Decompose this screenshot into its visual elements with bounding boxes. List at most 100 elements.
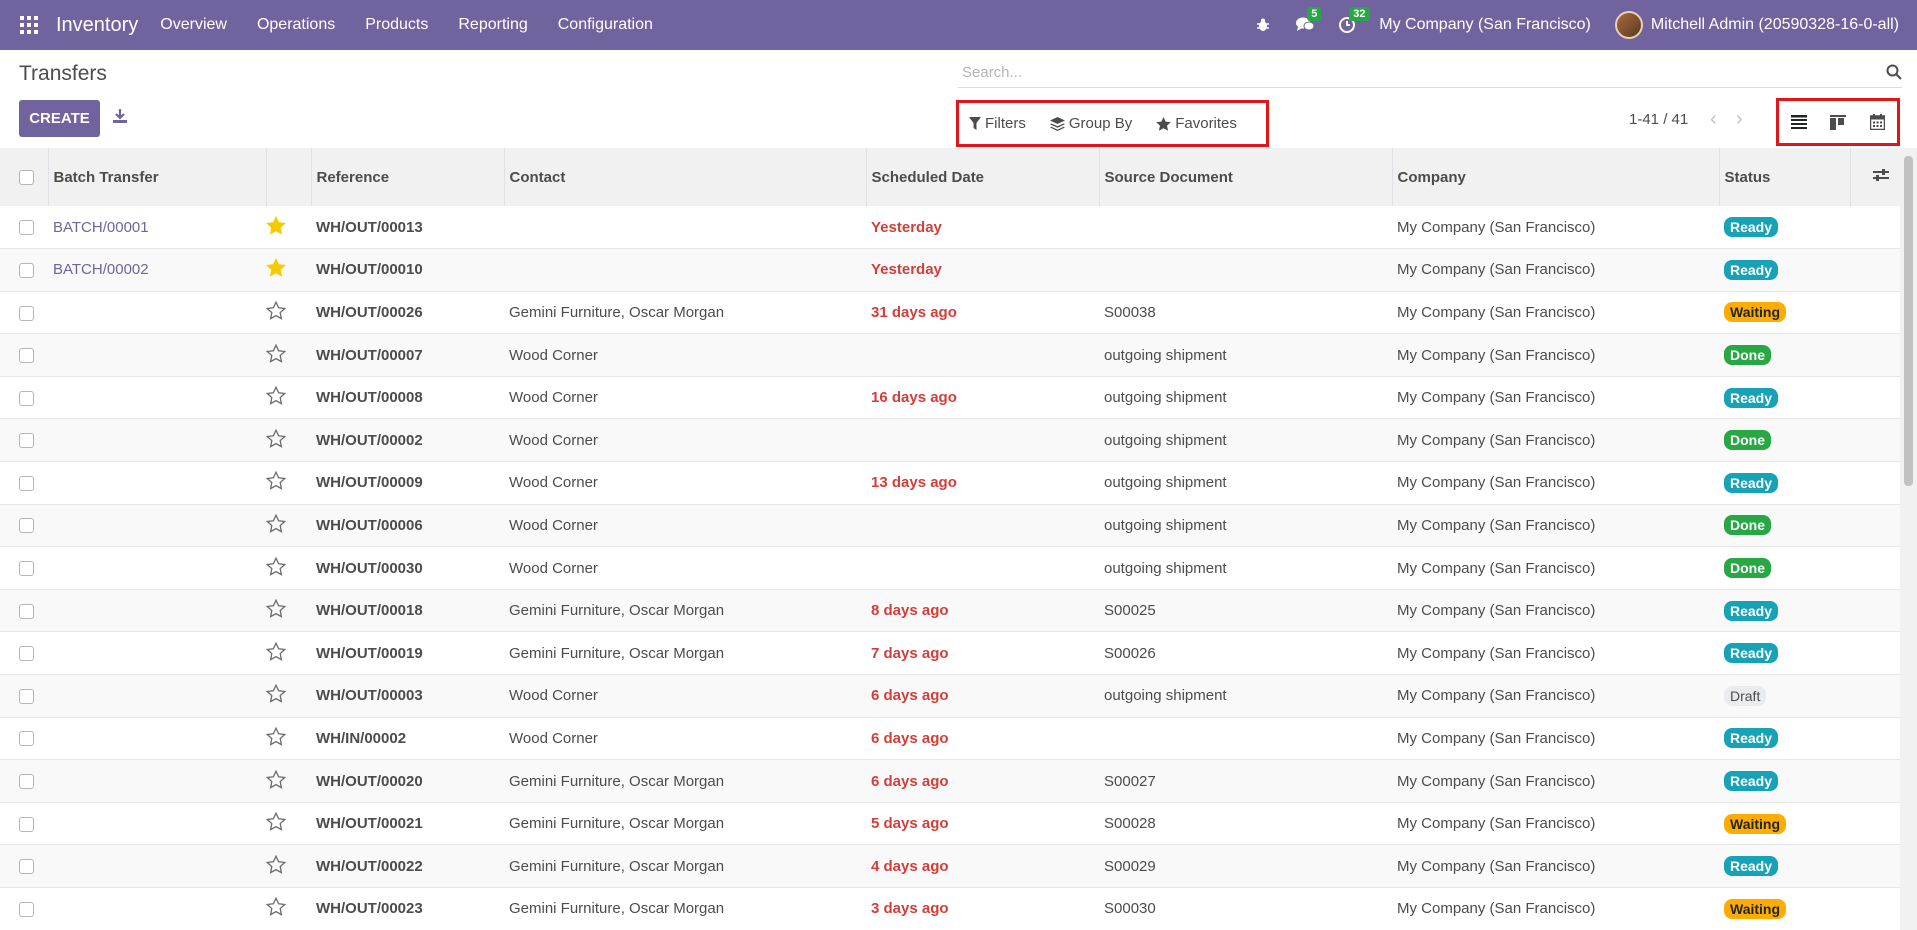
apps-grid-icon[interactable] [20,16,40,34]
table-row[interactable]: WH/OUT/00018 Gemini Furniture, Oscar Morg… [0,589,1900,632]
table-row[interactable]: WH/OUT/00008 Wood Corner 16 days ago outgoi… [0,376,1900,419]
star-outline-icon[interactable] [266,854,287,878]
star-outline-icon[interactable] [266,726,287,750]
row-checkbox[interactable] [19,220,34,236]
star-outline-icon[interactable] [266,556,287,580]
row-checkbox[interactable] [19,518,34,534]
table-row[interactable]: WH/OUT/00006 Wood Corner outgoing shipment… [0,504,1900,547]
star-outline-icon[interactable] [266,811,287,835]
star-outline-icon[interactable] [266,684,287,707]
favorites-button[interactable]: Favorites [1156,115,1237,132]
create-button[interactable]: CREATE [19,100,100,137]
row-checkbox[interactable] [19,646,34,662]
col-scheduled-date[interactable]: Scheduled Date [866,148,1100,206]
star-outline-icon[interactable] [266,428,287,452]
vertical-scrollbar[interactable] [1900,148,1917,930]
table-row[interactable]: WH/OUT/00002 Wood Corner outgoing shipment… [0,418,1900,462]
menu-overview[interactable]: Overview [160,16,227,34]
table-row[interactable]: WH/OUT/00019 Gemini Furniture, Oscar Morg… [0,631,1900,675]
download-icon[interactable] [112,108,128,128]
search-icon[interactable] [1886,64,1902,84]
table-row[interactable]: WH/OUT/00023 Gemini Furniture, Oscar Morg… [0,887,1900,930]
star-outline-icon[interactable] [266,385,287,409]
row-checkbox[interactable] [19,816,34,832]
source-document-cell: outgoing shipment [1104,474,1227,492]
table-row[interactable]: WH/OUT/00020 Gemini Furniture, Oscar Morg… [0,759,1900,803]
table-row[interactable]: BATCH/00001 WH/OUT/00013 Yesterday My Compa… [0,206,1900,249]
calendar-icon[interactable] [1858,102,1897,142]
star-outline-icon[interactable] [266,513,287,537]
table-row[interactable]: WH/OUT/00003 Wood Corner 6 days ago outgoin… [0,674,1900,718]
row-checkbox[interactable] [19,603,34,619]
sliders-icon[interactable] [1872,168,1889,182]
row-checkbox[interactable] [19,390,34,406]
row-checkbox[interactable] [19,433,34,449]
menu-products[interactable]: Products [365,16,428,34]
menu-reporting[interactable]: Reporting [458,16,527,34]
row-checkbox[interactable] [19,688,34,704]
company-switcher[interactable]: My Company (San Francisco) [1379,16,1591,34]
star-outline-icon[interactable] [266,343,287,367]
contact-cell: Gemini Furniture, Oscar Morgan [509,815,725,833]
chat-icon[interactable]: 5 [1295,7,1322,35]
clock-icon[interactable]: 32 [1337,7,1370,35]
table-row[interactable]: WH/IN/00002 Wood Corner 6 days ago My Compa… [0,717,1900,760]
pager-next-icon[interactable]: › [1736,109,1743,129]
app-name[interactable]: Inventory [56,14,138,37]
select-all-checkbox[interactable] [19,170,34,186]
row-checkbox[interactable] [19,859,34,875]
table-row[interactable]: WH/OUT/00026 Gemini Furniture, Oscar Morg… [0,291,1900,334]
pager-value[interactable]: 1-41 / 41 [1629,111,1688,128]
col-company[interactable]: Company [1392,148,1720,206]
pager-previous-icon[interactable]: ‹ [1710,109,1717,129]
list-view-icon[interactable] [1779,102,1818,142]
col-source-document[interactable]: Source Document [1099,148,1393,206]
star-outline-icon[interactable] [266,598,287,622]
row-checkbox[interactable] [19,731,34,747]
row-checkbox[interactable] [19,262,34,278]
source-document-cell: S00027 [1104,772,1156,790]
user-menu[interactable]: Mitchell Admin (20590328-16-0-all) [1651,16,1899,34]
avatar[interactable] [1614,11,1643,39]
table-row[interactable]: WH/OUT/00009 Wood Corner 13 days ago outgoi… [0,461,1900,505]
source-document-cell: outgoing shipment [1104,431,1227,449]
row-checkbox[interactable] [19,305,34,321]
batch-transfer-link[interactable]: BATCH/00002 [53,261,149,278]
batch-transfer-link[interactable]: BATCH/00001 [53,219,149,236]
bug-icon[interactable] [1253,15,1273,35]
table-row[interactable]: WH/OUT/00007 Wood Corner outgoing shipment… [0,333,1900,377]
col-contact[interactable]: Contact [504,148,867,206]
menu-operations[interactable]: Operations [257,16,335,34]
star-outline-icon[interactable] [266,897,287,920]
contact-cell: Wood Corner [509,687,598,705]
col-status[interactable]: Status [1719,148,1851,206]
group-by-button[interactable]: Group By [1049,115,1132,132]
scrollbar-thumb[interactable] [1904,156,1913,486]
col-batch-transfer[interactable]: Batch Transfer [48,148,267,206]
status-badge: Done [1724,345,1771,366]
star-outline-icon[interactable] [266,641,287,665]
star-outline-icon[interactable] [266,300,287,324]
table-row[interactable]: WH/OUT/00021 Gemini Furniture, Oscar Morg… [0,802,1900,845]
row-checkbox[interactable] [19,475,34,491]
row-checkbox[interactable] [19,901,34,917]
col-reference[interactable]: Reference [311,148,505,206]
star-outline-icon[interactable] [266,471,287,494]
col-priority[interactable] [266,148,312,206]
status-badge: Ready [1724,600,1779,621]
filters-button[interactable]: Filters [969,115,1026,132]
star-filled-icon[interactable] [266,215,286,239]
favorites-label: Favorites [1175,115,1237,132]
star-outline-icon[interactable] [266,769,287,793]
row-checkbox[interactable] [19,774,34,790]
row-checkbox[interactable] [19,561,34,577]
kanban-view-icon[interactable] [1818,102,1857,142]
table-row[interactable]: BATCH/00002 WH/OUT/00010 Yesterday My Compa… [0,248,1900,292]
search-input[interactable] [958,64,1858,81]
table-row[interactable]: WH/OUT/00030 Wood Corner outgoing shipment… [0,546,1900,590]
menu-configuration[interactable]: Configuration [558,16,653,34]
row-checkbox[interactable] [19,348,34,364]
reference-cell: WH/OUT/00021 [316,815,423,833]
star-filled-icon[interactable] [266,258,286,281]
table-row[interactable]: WH/OUT/00022 Gemini Furniture, Oscar Morg… [0,844,1900,888]
